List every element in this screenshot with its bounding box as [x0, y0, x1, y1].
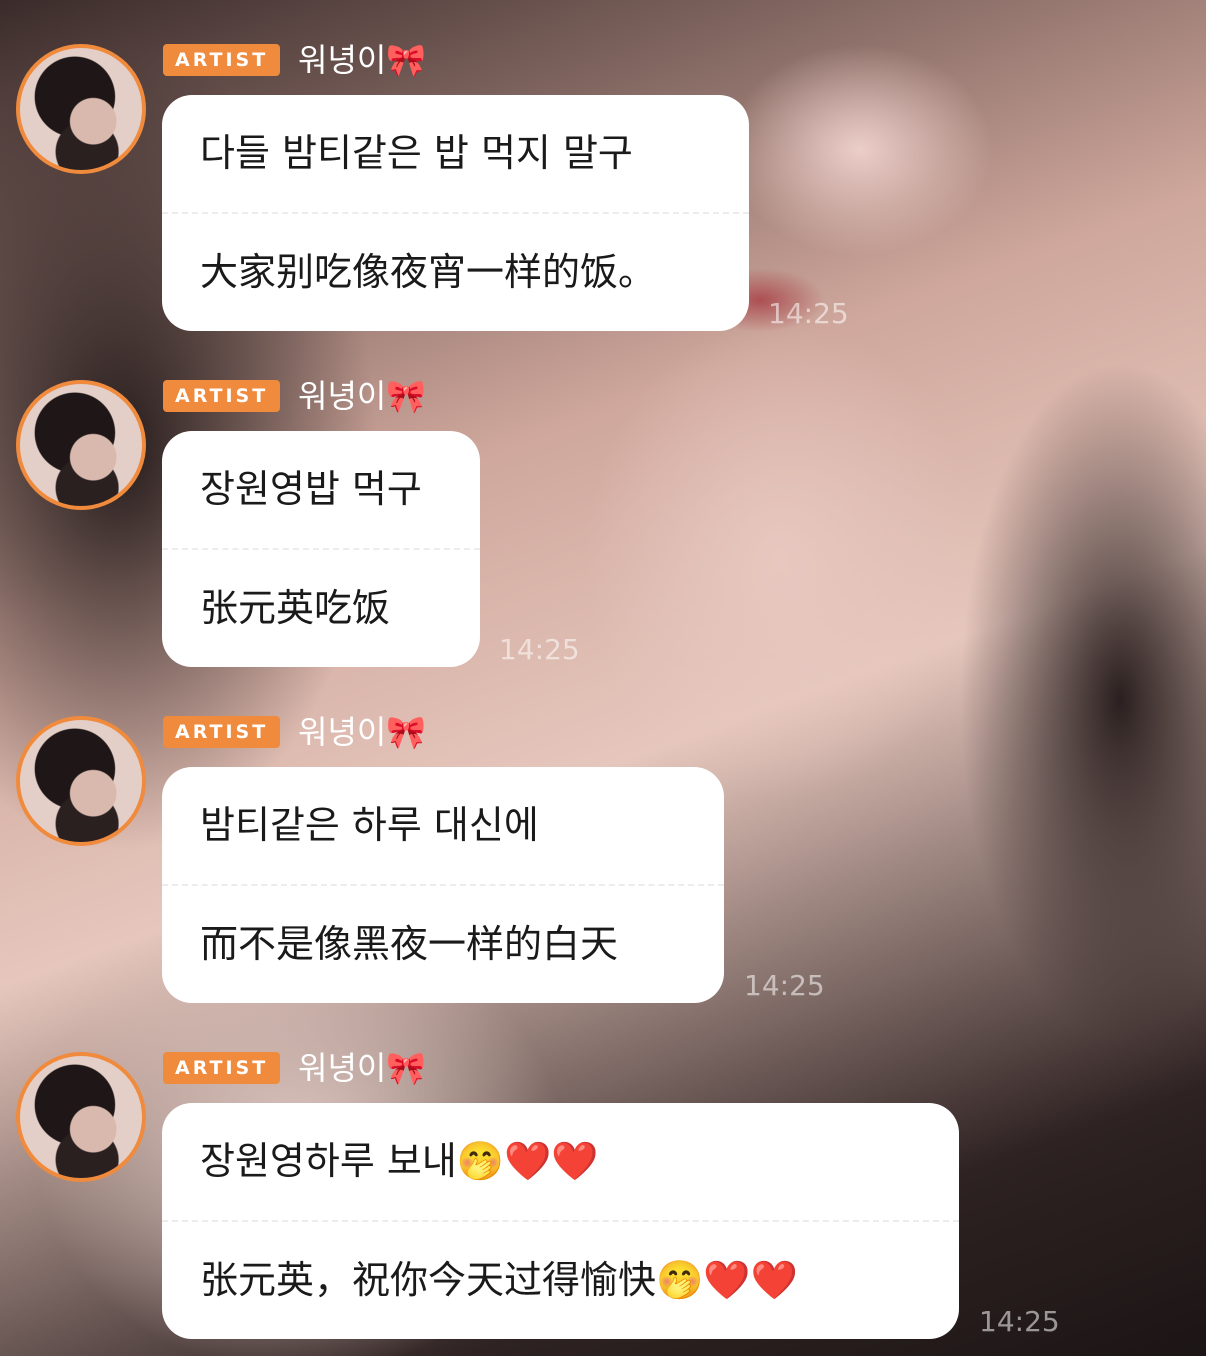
username: 워녕이🎀	[298, 1049, 427, 1087]
message-bubble[interactable]: 장원영하루 보내🤭❤️❤️ 张元英，祝你今天过得愉快🤭❤️❤️	[162, 1103, 959, 1339]
message-bubble[interactable]: 다들 밤티같은 밥 먹지 말구 大家别吃像夜宵一样的饭。	[162, 95, 749, 331]
translated-text: 张元英，祝你今天过得愉快🤭❤️❤️	[200, 1258, 798, 1302]
timestamp: 14:25	[499, 633, 580, 666]
message-bubble[interactable]: 장원영밥 먹구 张元英吃饭	[162, 431, 480, 667]
username: 워녕이🎀	[298, 41, 427, 79]
timestamp: 14:25	[744, 969, 825, 1002]
artist-badge: ARTIST	[163, 380, 281, 412]
translated-text: 大家别吃像夜宵一样的饭。	[200, 250, 657, 294]
translated-text: 而不是像黑夜一样的白天	[200, 922, 619, 966]
artist-badge: ARTIST	[163, 44, 281, 76]
artist-badge: ARTIST	[163, 716, 281, 748]
username: 워녕이🎀	[298, 713, 427, 751]
avatar[interactable]	[16, 380, 146, 510]
message-bubble[interactable]: 밤티같은 하루 대신에 而不是像黑夜一样的白天	[162, 767, 724, 1003]
translated-text: 张元英吃饭	[200, 586, 391, 630]
original-text: 장원영하루 보내🤭❤️❤️	[200, 1139, 599, 1183]
original-text: 다들 밤티같은 밥 먹지 말구	[200, 131, 633, 175]
avatar[interactable]	[16, 1052, 146, 1182]
username: 워녕이🎀	[298, 377, 427, 415]
avatar[interactable]	[16, 44, 146, 174]
artist-badge: ARTIST	[163, 1052, 281, 1084]
original-text: 밤티같은 하루 대신에	[200, 803, 539, 847]
original-text: 장원영밥 먹구	[200, 467, 422, 511]
timestamp: 14:25	[768, 297, 849, 330]
avatar[interactable]	[16, 716, 146, 846]
timestamp: 14:25	[979, 1305, 1060, 1338]
